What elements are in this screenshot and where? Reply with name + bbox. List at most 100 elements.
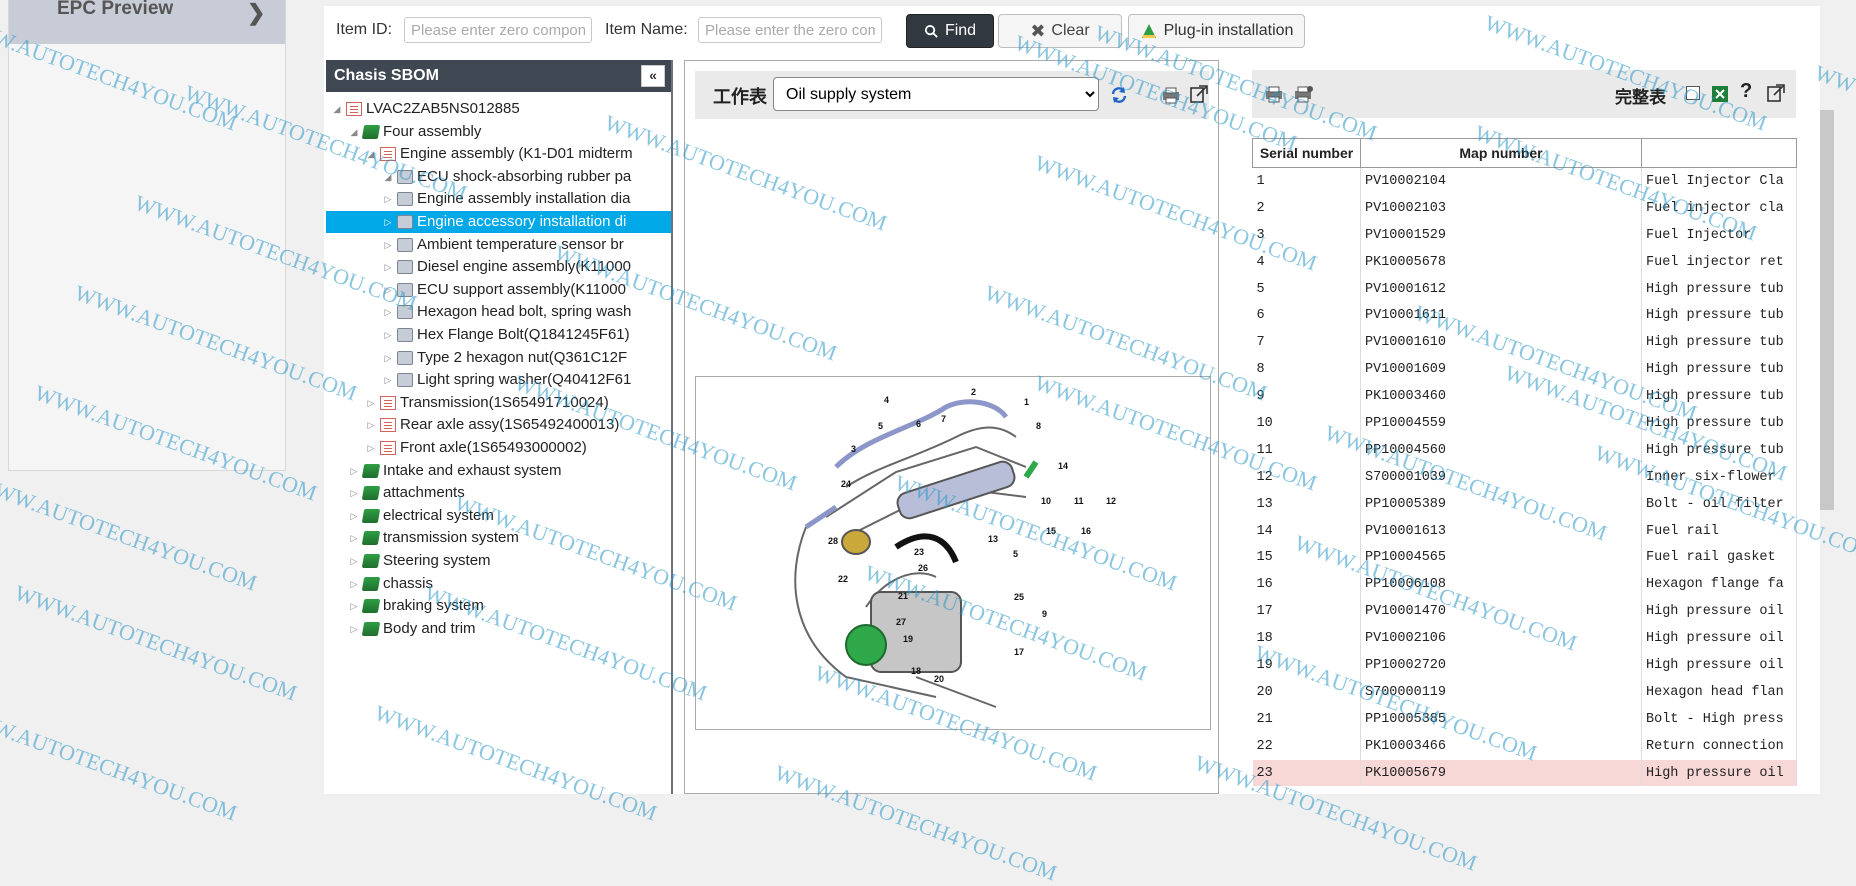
tree-node[interactable]: ▷ electrical system — [326, 505, 671, 527]
full-table-checkbox[interactable] — [1686, 86, 1700, 100]
collapsed-triangle-icon[interactable]: ▷ — [366, 443, 376, 453]
collapsed-triangle-icon[interactable]: ▷ — [383, 353, 393, 363]
collapsed-triangle-icon[interactable]: ▷ — [349, 556, 359, 566]
tree-node[interactable]: ▷ Engine accessory installation di — [326, 211, 671, 233]
collapsed-triangle-icon[interactable]: ▷ — [383, 330, 393, 340]
tree-node[interactable]: ▷ Type 2 hexagon nut(Q361C12F — [326, 347, 671, 369]
collapsed-triangle-icon[interactable]: ▷ — [349, 579, 359, 589]
tree-node[interactable]: ▷ chassis — [326, 573, 671, 595]
diagram-callout[interactable]: 22 — [838, 574, 848, 584]
tree-node[interactable]: ▷ Light spring washer(Q40412F61 — [326, 369, 671, 391]
diagram-callout[interactable]: 18 — [911, 666, 921, 676]
diagram-callout[interactable]: 5 — [1013, 549, 1018, 559]
diagram-callout[interactable]: 3 — [851, 444, 856, 454]
diagram-callout[interactable]: 1 — [1024, 397, 1029, 407]
diagram-callout[interactable]: 17 — [1014, 647, 1024, 657]
table-row[interactable]: 7 PV10001610 High pressure tub — [1252, 329, 1797, 357]
collapsed-triangle-icon[interactable]: ▷ — [349, 466, 359, 476]
diagram-callout[interactable]: 4 — [884, 395, 889, 405]
item-id-input[interactable] — [404, 17, 592, 43]
table-row[interactable]: 12 S700001039 Inner six-flower — [1252, 463, 1797, 491]
tree-node[interactable]: ▷ Intake and exhaust system — [326, 460, 671, 482]
tree-node[interactable]: ▷ Body and trim — [326, 618, 671, 640]
collapsed-triangle-icon[interactable]: ▷ — [383, 285, 393, 295]
collapsed-triangle-icon[interactable]: ▷ — [349, 601, 359, 611]
find-button[interactable]: Find — [906, 14, 994, 48]
collapsed-triangle-icon[interactable]: ▷ — [383, 240, 393, 250]
table-row[interactable]: 21 PP10005385 Bolt - High press — [1252, 705, 1797, 733]
table-row[interactable]: 1 PV10002104 Fuel Injector Cla — [1252, 167, 1797, 195]
diagram-callout[interactable]: 15 — [1046, 526, 1056, 536]
table-row[interactable]: 11 PP10004560 High pressure tub — [1252, 436, 1797, 464]
tree-node[interactable]: ▷ attachments — [326, 482, 671, 504]
column-header-map[interactable]: Map number — [1360, 138, 1642, 168]
diagram-callout[interactable]: 28 — [828, 536, 838, 546]
diagram-callout[interactable]: 2 — [971, 387, 976, 397]
plugin-installation-button[interactable]: Plug-in installation — [1128, 14, 1305, 48]
table-row[interactable]: 16 PP10006108 Hexagon flange fa — [1252, 571, 1797, 599]
collapse-panel-icon[interactable]: « — [641, 65, 665, 87]
table-row[interactable]: 19 PP10002720 High pressure oil — [1252, 652, 1797, 679]
diagram-callout[interactable]: 27 — [896, 617, 906, 627]
clear-button[interactable]: ✖ Clear — [998, 14, 1122, 48]
help-icon[interactable]: ? — [1740, 80, 1752, 103]
print-icon[interactable] — [1264, 84, 1284, 104]
diagram-callout[interactable]: 23 — [914, 547, 924, 557]
diagram-callout[interactable]: 26 — [918, 563, 928, 573]
diagram-callout[interactable]: 16 — [1081, 526, 1091, 536]
diagram-callout[interactable]: 8 — [1036, 421, 1041, 431]
collapsed-triangle-icon[interactable]: ▷ — [349, 488, 359, 498]
diagram-callout[interactable]: 11 — [1074, 496, 1084, 506]
diagram-callout[interactable]: 7 — [941, 414, 946, 424]
table-row[interactable]: 13 PP10005389 Bolt - oil filter — [1252, 490, 1797, 518]
table-row[interactable]: 17 PV10001470 High pressure oil — [1252, 598, 1797, 626]
tree-node[interactable]: ▷ ECU support assembly(K11000 — [326, 279, 671, 301]
table-row[interactable]: 9 PK10003460 High pressure tub — [1252, 383, 1797, 411]
diagram-callout[interactable]: 6 — [916, 419, 921, 429]
table-row[interactable]: 6 PV10001611 High pressure tub — [1252, 302, 1797, 330]
diagram-callout[interactable]: 19 — [903, 634, 913, 644]
tree-node[interactable]: ▷ braking system — [326, 595, 671, 617]
collapsed-triangle-icon[interactable]: ▷ — [349, 533, 359, 543]
table-row[interactable]: 14 PV10001613 Fuel rail — [1252, 517, 1797, 545]
collapsed-triangle-icon[interactable]: ▷ — [366, 398, 376, 408]
tree-node[interactable]: ◢ ECU shock-absorbing rubber pa — [326, 166, 671, 188]
collapsed-triangle-icon[interactable]: ▷ — [383, 375, 393, 385]
print-icon[interactable] — [1161, 85, 1181, 105]
diagram-callout[interactable]: 5 — [878, 421, 883, 431]
diagram-callout[interactable]: 9 — [1042, 609, 1047, 619]
tree-node[interactable]: ◢ Four assembly — [326, 121, 671, 143]
column-header-name[interactable] — [1641, 138, 1797, 168]
expanded-triangle-icon[interactable]: ◢ — [366, 149, 376, 159]
table-row[interactable]: 22 PK10003466 Return connection — [1252, 732, 1797, 760]
table-row[interactable]: 10 PP10004559 High pressure tub — [1252, 410, 1797, 437]
table-row[interactable]: 15 PP10004565 Fuel rail gasket — [1252, 544, 1797, 572]
collapsed-triangle-icon[interactable]: ▷ — [366, 420, 376, 430]
tree-node[interactable]: ▷ Steering system — [326, 550, 671, 572]
expanded-triangle-icon[interactable]: ◢ — [332, 104, 342, 114]
expand-icon[interactable] — [1189, 84, 1209, 104]
diagram-callout[interactable]: 21 — [898, 591, 908, 601]
tree-node[interactable]: ▷ transmission system — [326, 527, 671, 549]
diagram-callout[interactable]: 25 — [1014, 592, 1024, 602]
table-row[interactable]: 2 PV10002103 Fuel injector cla — [1252, 194, 1797, 222]
refresh-icon[interactable] — [1109, 85, 1129, 105]
table-row[interactable]: 4 PK10005678 Fuel injector ret — [1252, 248, 1797, 276]
tree-node[interactable]: ◢ Engine assembly (K1-D01 midterm — [326, 143, 671, 165]
epc-preview-item[interactable]: EPC Preview ❯ — [9, 0, 285, 44]
diagram-callout[interactable]: 13 — [988, 534, 998, 544]
collapsed-triangle-icon[interactable]: ▷ — [383, 194, 393, 204]
table-row[interactable]: 18 PV10002106 High pressure oil — [1252, 625, 1797, 653]
table-row[interactable]: 5 PV10001612 High pressure tub — [1252, 275, 1797, 303]
expand-icon[interactable] — [1766, 83, 1786, 103]
diagram-callout[interactable]: 14 — [1058, 461, 1068, 471]
table-row[interactable]: 20 S700000119 Hexagon head flan — [1252, 678, 1797, 706]
parts-diagram[interactable]: 1 2 3 4 5 6 7 8 10 11 12 13 14 15 16 17 18 19 20 21 22 23 24 25… — [695, 376, 1211, 730]
diagram-callout[interactable]: 10 — [1041, 496, 1051, 506]
expanded-triangle-icon[interactable]: ◢ — [383, 172, 393, 182]
tree-node[interactable]: ▷ Front axle(1S65493000002) — [326, 437, 671, 459]
tree-node[interactable]: ▷ Hexagon head bolt, spring wash — [326, 301, 671, 323]
item-name-input[interactable] — [698, 17, 882, 43]
collapsed-triangle-icon[interactable]: ▷ — [349, 624, 359, 634]
tree-node[interactable]: ▷ Hex Flange Bolt(Q1841245F61) — [326, 324, 671, 346]
